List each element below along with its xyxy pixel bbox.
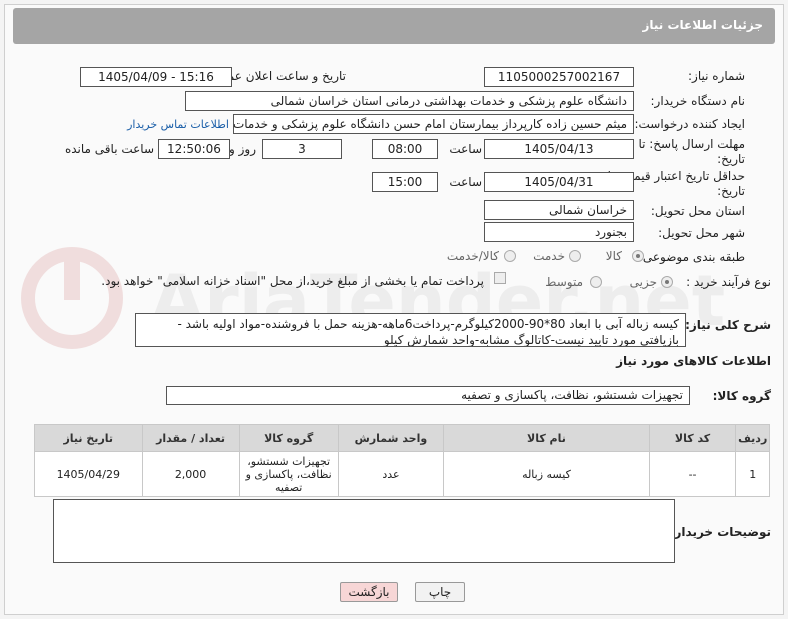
header-bar: جزئیات اطلاعات نیاز <box>13 8 775 44</box>
category-option-service: خدمت <box>533 249 565 263</box>
price-date-field: 1405/04/31 <box>484 172 634 192</box>
print-button[interactable]: چاپ <box>415 582 465 602</box>
delivery-city-label: شهر محل تحویل: <box>658 226 745 240</box>
col-header-qty: تعداد / مقدار <box>141 424 240 452</box>
back-button[interactable]: بازگشت <box>340 582 398 602</box>
col-header-group: گروه کالا <box>238 424 339 452</box>
col-header-date: تاریخ نیاز <box>34 424 143 452</box>
category-option-goods: کالا <box>605 249 622 263</box>
goods-section-title: اطلاعات کالاهای مورد نیاز <box>616 354 771 368</box>
cell-group: تجهیزات شستشو، نظافت، پاکسازی و تصفیه <box>238 451 339 497</box>
cell-unit: عدد <box>337 451 445 497</box>
process-option-minor: جزیی <box>629 275 657 289</box>
need-number-field: 1105000257002167 <box>484 67 634 87</box>
category-option-goods-service: کالا/خدمت <box>446 249 499 263</box>
delivery-city-field: بجنورد <box>484 222 634 242</box>
col-header-row: ردیف <box>735 424 770 452</box>
creator-label: ایجاد کننده درخواست: <box>634 117 745 131</box>
table-row: 1 -- کیسه زباله عدد تجهیزات شستشو، نظافت… <box>34 451 770 497</box>
remaining-time-field: 12:50:06 <box>158 139 230 159</box>
page-title: جزئیات اطلاعات نیاز <box>642 18 763 32</box>
price-time-field: 15:00 <box>372 172 438 192</box>
process-radio-medium[interactable] <box>590 276 602 288</box>
description-label: شرح کلی نیاز: <box>685 318 771 332</box>
col-header-code: کد کالا <box>648 424 737 452</box>
buyer-org-label: نام دستگاه خریدار: <box>650 94 746 108</box>
reply-time-field: 08:00 <box>372 139 438 159</box>
process-label: نوع فرآیند خرید : <box>686 275 771 289</box>
cell-qty: 2,000 <box>141 451 240 497</box>
goods-table: ردیف کد کالا نام کالا واحد شمارش گروه کا… <box>34 424 770 497</box>
goods-group-label: گروه کالا: <box>712 389 771 403</box>
cell-date: 1405/04/29 <box>34 451 143 497</box>
col-header-name: نام کالا <box>443 424 650 452</box>
category-label: طبقه بندی موضوعی: <box>638 250 745 264</box>
reply-time-label: ساعت <box>449 142 482 156</box>
creator-field: میثم حسین زاده کارپرداز بیمارستان امام ح… <box>233 114 634 134</box>
days-label: روز و <box>229 142 256 156</box>
price-time-label: ساعت <box>449 175 482 189</box>
description-textarea[interactable]: کیسه زباله آبی با ابعاد 80*90-2000کیلوگر… <box>135 313 686 347</box>
process-option-medium: متوسط <box>545 275 583 289</box>
cell-row: 1 <box>735 451 770 497</box>
need-number-label: شماره نیاز: <box>688 69 745 83</box>
reply-deadline-label: مهلت ارسال پاسخ: تا تاریخ: <box>638 137 745 166</box>
col-header-unit: واحد شمارش <box>337 424 445 452</box>
delivery-province-field: خراسان شمالی <box>484 200 634 220</box>
reply-date-field: 1405/04/13 <box>484 139 634 159</box>
process-radio-minor[interactable] <box>661 276 673 288</box>
days-field: 3 <box>262 139 342 159</box>
delivery-province-label: استان محل تحویل: <box>650 204 745 218</box>
contact-buyer-link[interactable]: اطلاعات تماس خریدار <box>127 118 229 131</box>
announce-field: 1405/04/09 - 15:16 <box>80 67 232 87</box>
category-radio-service[interactable] <box>569 250 581 262</box>
buyer-notes-label: توضیحات خریدار: <box>669 525 771 539</box>
goods-group-field: تجهیزات شستشو، نظافت، پاکسازی و تصفیه <box>166 386 690 405</box>
category-radio-goods[interactable] <box>632 250 644 262</box>
cell-code: -- <box>648 451 737 497</box>
buyer-org-field: دانشگاه علوم پزشکی و خدمات بهداشتی درمان… <box>185 91 634 111</box>
treasury-payment-checkbox[interactable] <box>494 272 506 284</box>
buyer-notes-textarea[interactable] <box>53 499 675 563</box>
cell-name: کیسه زباله <box>443 451 650 497</box>
treasury-payment-note: پرداخت تمام یا بخشی از مبلغ خرید،از محل … <box>101 274 484 288</box>
remaining-time-label: ساعت باقی مانده <box>64 142 154 156</box>
category-radio-goods-service[interactable] <box>504 250 516 262</box>
